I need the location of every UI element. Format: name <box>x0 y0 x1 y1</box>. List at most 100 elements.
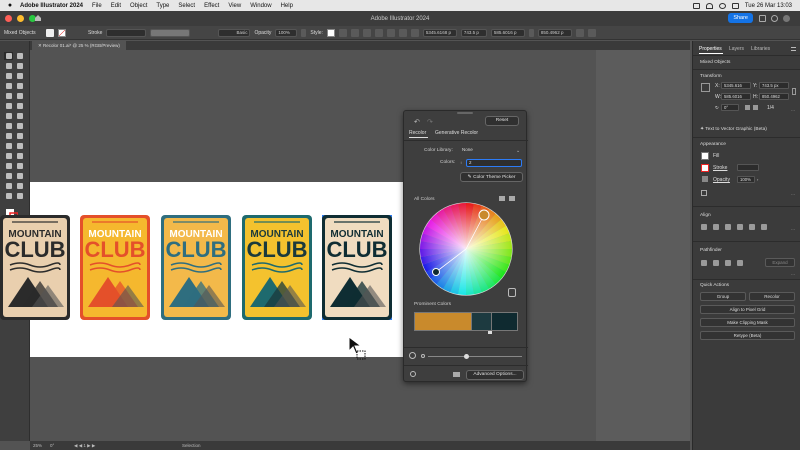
color-theme-picker-button[interactable]: ✎ Color Theme Picker <box>460 172 523 182</box>
puppet-warp-tool-icon[interactable] <box>15 132 24 140</box>
text-to-vector-link[interactable]: ✦ Text to Vector Graphic (Beta) <box>700 127 767 132</box>
graph-tool-icon[interactable] <box>15 172 24 180</box>
h-field[interactable]: 850.4962 p <box>537 28 572 37</box>
group-button[interactable]: Group <box>700 292 746 301</box>
h-field[interactable]: 850.4962 <box>759 93 789 100</box>
constrain-proportions-icon[interactable] <box>528 28 534 37</box>
opacity-label[interactable]: Opacity <box>254 30 271 36</box>
menu-view[interactable]: View <box>228 3 241 9</box>
shaper-tool-icon[interactable] <box>15 72 24 80</box>
saturation-icon[interactable] <box>409 352 416 359</box>
home-icon[interactable] <box>34 14 42 22</box>
selection-tool-icon[interactable] <box>4 52 13 60</box>
align-middle-icon[interactable] <box>386 28 395 37</box>
opacity-chevron-icon[interactable]: › <box>757 177 758 182</box>
color-wheel[interactable] <box>418 201 514 297</box>
tab-properties[interactable]: Properties <box>699 46 722 52</box>
close-window-button[interactable] <box>5 15 12 22</box>
mountain-club-badge[interactable]: MOUNTAIN CLUB <box>242 215 312 320</box>
align-center-icon[interactable] <box>350 28 359 37</box>
tab-libraries[interactable]: Libraries <box>751 46 770 52</box>
angle-field[interactable]: 0° <box>721 104 739 111</box>
x-field[interactable]: 5345.616 <box>721 82 751 89</box>
w-field[interactable]: 585.6016 <box>721 93 751 100</box>
stroke-label[interactable]: Stroke <box>88 30 102 36</box>
advanced-options-button[interactable]: Advanced Options... <box>466 370 524 380</box>
artboard-navigator[interactable]: ◀ ◀ 1 ▶ ▶ <box>74 443 95 449</box>
color-library-select[interactable]: None <box>460 147 522 155</box>
width-tool-icon[interactable] <box>4 122 13 130</box>
menu-select[interactable]: Select <box>178 3 195 9</box>
fill-swatch[interactable] <box>701 152 709 160</box>
brightness-slider-thumb[interactable] <box>464 354 469 359</box>
prominent-color-1[interactable] <box>415 313 471 330</box>
user-avatar[interactable] <box>783 15 790 22</box>
stroke-swatch[interactable] <box>58 28 66 37</box>
symbol-sprayer-tool-icon[interactable] <box>4 172 13 180</box>
more-options-icon[interactable]: … <box>791 107 795 112</box>
prominent-colors-bar[interactable] <box>414 312 518 331</box>
pathfinder-option-icon[interactable] <box>737 260 743 266</box>
opacity-field[interactable]: 100% <box>275 28 298 37</box>
reference-point-icon[interactable] <box>701 83 710 92</box>
rotate-tool-icon[interactable] <box>4 112 13 120</box>
warp-tool-icon[interactable] <box>15 122 24 130</box>
free-transform-tool-icon[interactable] <box>4 132 13 140</box>
menu-object[interactable]: Object <box>130 3 147 9</box>
x-field[interactable]: 5345.6168 p <box>422 28 457 37</box>
eyedropper-tool-icon[interactable] <box>4 162 13 170</box>
mountain-club-badge[interactable]: MOUNTAIN CLUB <box>0 215 70 320</box>
align-option-icon[interactable] <box>725 224 731 230</box>
opacity-label[interactable]: Opacity <box>713 177 730 183</box>
canvas[interactable]: MOUNTAIN CLUB MOUNTAIN CLUB MOUNTAIN CLUB MOUN… <box>0 50 690 441</box>
y-field[interactable]: 743.5 px <box>759 82 789 89</box>
align-option-icon[interactable] <box>701 224 707 230</box>
more-options-icon[interactable]: … <box>791 226 795 231</box>
prominent-color-3[interactable] <box>491 313 517 330</box>
gradient-tool-icon[interactable] <box>4 152 13 160</box>
colors-stepper-icon[interactable]: ↕ <box>460 160 465 167</box>
scale-tool-icon[interactable] <box>15 112 24 120</box>
panel-menu-icon[interactable] <box>587 28 596 37</box>
zoom-field[interactable]: 25% <box>33 443 42 448</box>
make-clipping-mask-button[interactable]: Make Clipping Mask <box>700 318 795 327</box>
style-swatch[interactable] <box>326 28 335 37</box>
align-right-icon[interactable] <box>362 28 371 37</box>
pathfinder-option-icon[interactable] <box>725 260 731 266</box>
recolor-button[interactable]: Recolor <box>749 292 795 301</box>
opacity-chevron-icon[interactable] <box>301 28 307 37</box>
add-effect-icon[interactable] <box>701 190 707 196</box>
brightness-slider[interactable] <box>428 356 522 357</box>
prominent-color-2[interactable] <box>471 313 491 330</box>
control-center-icon[interactable] <box>731 2 739 9</box>
tab-generative-recolor[interactable]: Generative Recolor <box>435 130 478 136</box>
rotate-view-field[interactable]: 0° <box>50 443 54 448</box>
line-tool-icon[interactable] <box>15 92 24 100</box>
curvature-tool-icon[interactable] <box>15 62 24 70</box>
undo-icon[interactable]: ↶ <box>414 118 420 126</box>
expand-button[interactable]: Expand <box>765 258 795 267</box>
align-left-icon[interactable] <box>338 28 347 37</box>
menu-file[interactable]: File <box>92 3 102 9</box>
ellipse-tool-icon[interactable] <box>15 102 24 110</box>
hand-tool-icon[interactable] <box>4 192 13 200</box>
tab-layers[interactable]: Layers <box>729 46 744 52</box>
stroke-weight-field[interactable] <box>106 28 147 37</box>
blend-tool-icon[interactable] <box>15 162 24 170</box>
brush-tool-icon[interactable] <box>4 82 13 90</box>
menu-type[interactable]: Type <box>156 3 169 9</box>
slice-tool-icon[interactable] <box>15 182 24 190</box>
pathfinder-option-icon[interactable] <box>713 260 719 266</box>
direct-selection-tool-icon[interactable] <box>15 52 24 60</box>
rectangle-tool-icon[interactable] <box>4 102 13 110</box>
search-icon[interactable] <box>718 2 726 9</box>
menu-clock[interactable]: Tue 26 Mar 13:03 <box>745 3 792 9</box>
panel-drag-handle[interactable] <box>457 112 473 114</box>
zoom-tool-icon[interactable] <box>15 192 24 200</box>
stroke-swatch[interactable] <box>701 164 709 172</box>
align-option-icon[interactable] <box>713 224 719 230</box>
opacity-field[interactable]: 100% <box>737 176 755 183</box>
menu-help[interactable]: Help <box>281 3 293 9</box>
share-button[interactable]: Share <box>728 13 753 23</box>
document-tab[interactable]: ✕ Recolor 01.ai* @ 25 % (RGB/Preview) <box>32 41 126 50</box>
